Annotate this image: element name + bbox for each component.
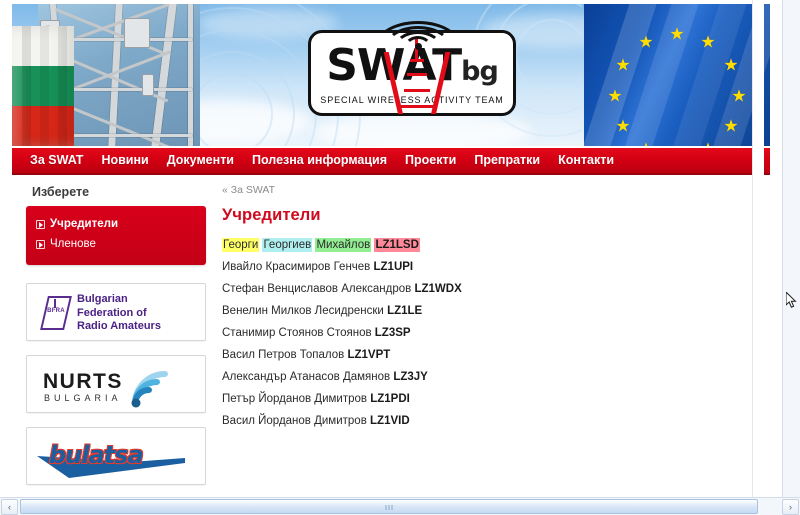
founder-name: Васил Йорданов Димитров xyxy=(222,415,367,427)
founder-name: Венелин Милков Лесидренски xyxy=(222,305,384,317)
founder-row: Станимир Стоянов Стоянов LZ3SP xyxy=(222,322,755,344)
founder-name-segment: LZ1LSD xyxy=(374,238,420,252)
breadcrumb[interactable]: « За SWAT xyxy=(222,183,755,206)
horizontal-scroll-thumb[interactable] xyxy=(20,499,758,514)
signal-waves-icon xyxy=(364,21,472,64)
founder-name: Стефан Венциславов Александров xyxy=(222,283,412,295)
vertical-scrollbar[interactable] xyxy=(782,0,800,497)
arrow-bullet-icon xyxy=(36,239,45,249)
sidebar-item-members[interactable]: Членове xyxy=(26,234,206,254)
page-content: SWATbg SPECIAL WIRELESS ACTIVITY TEAM За… xyxy=(0,0,782,497)
nav-item-documents[interactable]: Документи xyxy=(158,147,243,174)
nav-item-about-swat[interactable]: За SWAT xyxy=(21,147,92,174)
bfra-banner-text: Bulgarian Federation of Radio Amateurs xyxy=(77,293,161,334)
bfra-logo-icon: BFRA xyxy=(40,293,72,333)
bulgarian-flag xyxy=(12,26,74,146)
founder-callsign: LZ1VID xyxy=(370,415,410,427)
founder-name: Петър Йорданов Димитров xyxy=(222,393,367,405)
bfra-line-2: Federation of xyxy=(77,306,147,319)
nav-item-useful-info[interactable]: Полезна информация xyxy=(243,147,396,174)
nurts-subtitle: BULGARIA xyxy=(44,393,122,403)
sidebar-title: Изберете xyxy=(32,185,90,199)
nav-item-links[interactable]: Препратки xyxy=(465,147,549,174)
sidebar-item-founders[interactable]: Учредители xyxy=(26,214,206,234)
browser-viewport: SWATbg SPECIAL WIRELESS ACTIVITY TEAM За… xyxy=(0,0,800,515)
founder-name: Васил Петров Топалов xyxy=(222,349,345,361)
page-title: Учредители xyxy=(222,206,321,224)
horizontal-scrollbar[interactable]: ‹ › xyxy=(0,497,800,515)
sidebar-menu-box: Учредители Членове xyxy=(26,206,206,265)
bfra-line-1: Bulgarian xyxy=(77,293,128,305)
nurts-wordmark: NURTS xyxy=(43,370,123,393)
founder-row: Ивайло Красимиров Генчев LZ1UPI xyxy=(222,256,755,278)
nav-item-contacts[interactable]: Контакти xyxy=(549,147,623,174)
nav-item-news[interactable]: Новини xyxy=(92,147,157,174)
founder-name-segment: Георгиев xyxy=(262,238,313,252)
scroll-right-arrow-icon[interactable]: › xyxy=(782,498,799,515)
main-content: « За SWAT Учредители Георги Георгиев Мих… xyxy=(217,177,765,432)
founder-callsign: LZ1UPI xyxy=(373,261,414,273)
founders-list: Георги Георгиев Михайлов LZ1LSD Ивайло Кр… xyxy=(222,234,755,432)
founder-name: Ивайло Красимиров Генчев xyxy=(222,261,371,273)
founder-callsign: LZ3JY xyxy=(393,371,428,383)
bfra-badge-text: BFRA xyxy=(47,308,65,314)
founder-row: Васил Петров Топалов LZ1VPT xyxy=(222,344,755,366)
founder-callsign: LZ1WDX xyxy=(414,283,462,295)
scroll-left-arrow-icon[interactable]: ‹ xyxy=(1,498,18,515)
founder-row: Александър Атанасов Дамянов LZ3JY xyxy=(222,366,755,388)
founder-name: Александър Атанасов Дамянов xyxy=(222,371,391,383)
nav-item-projects[interactable]: Проекти xyxy=(396,147,465,174)
nurts-signal-icon xyxy=(131,371,168,408)
founder-callsign: LZ1VPT xyxy=(347,349,391,361)
page-right-gutter xyxy=(752,0,764,497)
arrow-bullet-icon xyxy=(36,219,45,229)
founder-callsign: LZ1PDI xyxy=(370,393,410,405)
sidebar-banner-bfra[interactable]: BFRA Bulgarian Federation of Radio Amate… xyxy=(26,283,206,341)
founder-row: Стефан Венциславов Александров LZ1WDX xyxy=(222,278,755,300)
main-navigation: За SWAT Новини Документи Полезна информа… xyxy=(12,148,770,175)
sidebar-item-members-label: Членове xyxy=(50,238,96,250)
founder-name: Станимир Стоянов Стоянов xyxy=(222,327,372,339)
founder-row: Георги Георгиев Михайлов LZ1LSD xyxy=(222,234,755,256)
page-body: Изберете Учредители Членове BFRA Bulgari… xyxy=(12,177,770,495)
founder-row: Васил Йорданов Димитров LZ1VID xyxy=(222,410,755,432)
sidebar: Изберете Учредители Членове BFRA Bulgari… xyxy=(18,177,208,485)
founder-name-segment: Георги xyxy=(222,238,260,252)
bulatsa-wordmark: bulatsa xyxy=(49,441,144,469)
eu-flag xyxy=(584,4,770,146)
sidebar-banner-bulatsa[interactable]: bulatsa xyxy=(26,427,206,485)
sidebar-banner-nurts[interactable]: NURTS BULGARIA xyxy=(26,355,206,413)
sidebar-item-founders-label: Учредители xyxy=(50,218,119,230)
founder-callsign: LZ1LE xyxy=(387,305,423,317)
founder-callsign: LZ3SP xyxy=(374,327,411,339)
founder-name-segment: Михайлов xyxy=(315,238,372,252)
founder-row: Венелин Милков Лесидренски LZ1LE xyxy=(222,300,755,322)
site-banner: SWATbg SPECIAL WIRELESS ACTIVITY TEAM xyxy=(12,4,770,146)
founder-row: Петър Йорданов Димитров LZ1PDI xyxy=(222,388,755,410)
bfra-line-3: Radio Amateurs xyxy=(77,320,161,332)
